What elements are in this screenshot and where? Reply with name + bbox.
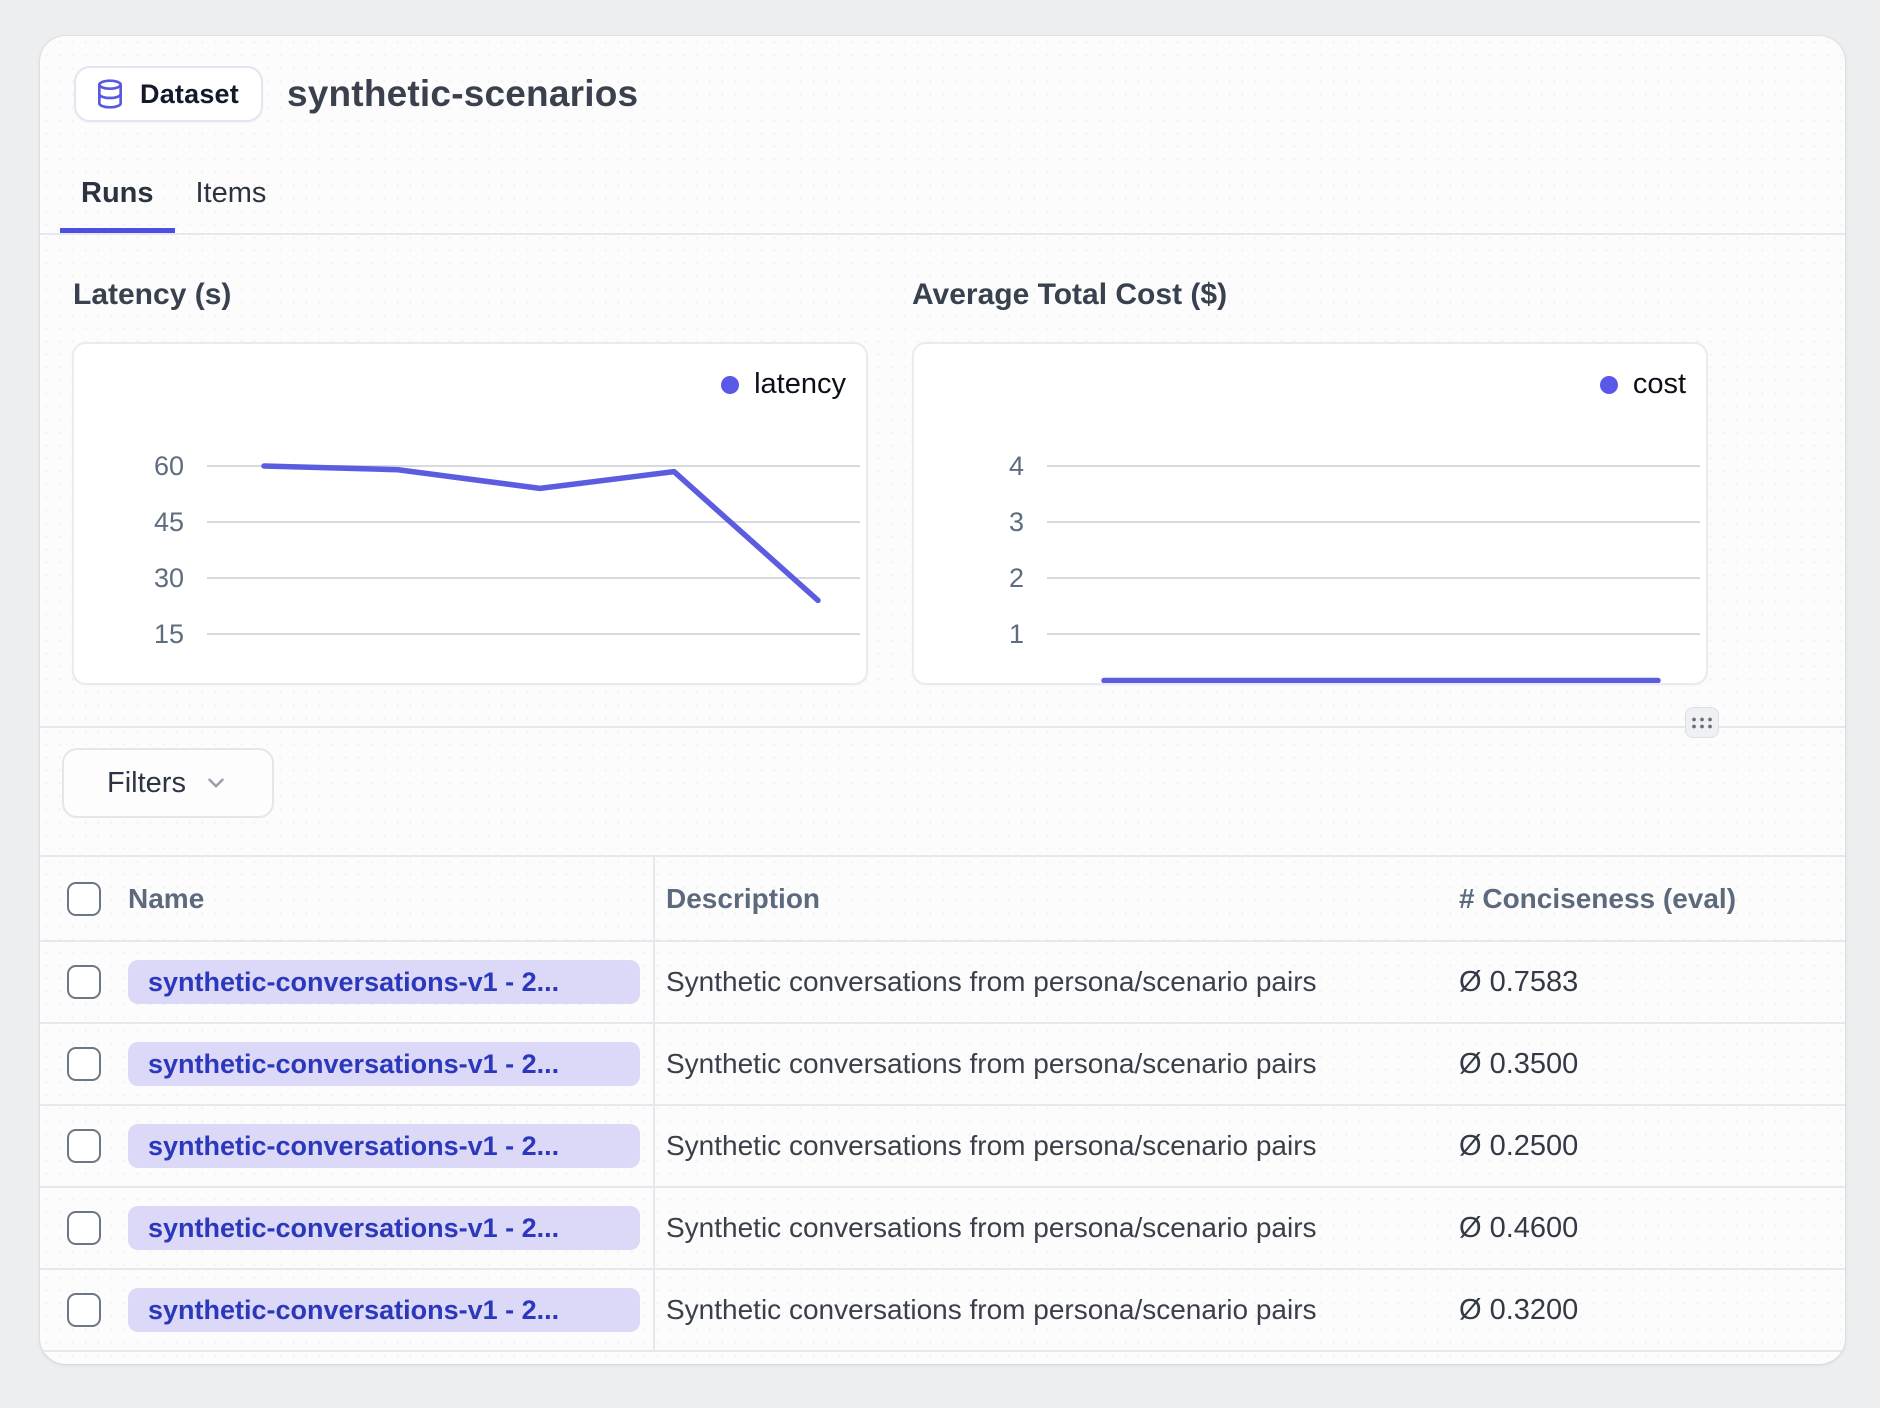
latency-chart-panel: 60 45 30 15 latency bbox=[72, 342, 868, 685]
svg-text:30: 30 bbox=[154, 563, 184, 593]
conciseness-value: Ø 0.2500 bbox=[1459, 1130, 1578, 1163]
dataset-badge: Dataset bbox=[74, 66, 263, 122]
cost-legend: cost bbox=[1600, 368, 1686, 401]
run-description: Synthetic conversations from persona/sce… bbox=[666, 1212, 1317, 1244]
svg-text:3: 3 bbox=[1009, 507, 1024, 537]
latency-chart-title: Latency (s) bbox=[73, 278, 231, 312]
column-header-description[interactable]: Description bbox=[666, 883, 820, 915]
svg-text:15: 15 bbox=[154, 619, 184, 649]
panel-resize-handle[interactable] bbox=[1685, 707, 1719, 738]
run-name-badge[interactable]: synthetic-conversations-v1 - 2... bbox=[128, 1042, 640, 1086]
run-name-badge[interactable]: synthetic-conversations-v1 - 2... bbox=[128, 960, 640, 1004]
dataset-card: Dataset synthetic-scenarios Runs Items L… bbox=[40, 36, 1845, 1364]
row-checkbox[interactable] bbox=[67, 965, 101, 999]
database-icon bbox=[94, 78, 126, 110]
table-header-row: Name Description # Conciseness (eval) bbox=[40, 855, 1845, 942]
filters-button-label: Filters bbox=[107, 767, 186, 800]
cost-legend-label: cost bbox=[1633, 368, 1686, 401]
run-description: Synthetic conversations from persona/sce… bbox=[666, 1294, 1317, 1326]
cost-chart-panel: 4 3 2 1 cost bbox=[912, 342, 1708, 685]
row-checkbox[interactable] bbox=[67, 1293, 101, 1327]
filters-button[interactable]: Filters bbox=[62, 748, 274, 818]
run-description: Synthetic conversations from persona/sce… bbox=[666, 966, 1317, 998]
svg-text:2: 2 bbox=[1009, 563, 1024, 593]
table-row[interactable]: synthetic-conversations-v1 - 2... Synthet… bbox=[40, 1024, 1845, 1106]
run-description: Synthetic conversations from persona/sce… bbox=[666, 1130, 1317, 1162]
column-header-conciseness[interactable]: # Conciseness (eval) bbox=[1459, 883, 1736, 915]
latency-legend-label: latency bbox=[754, 368, 846, 401]
conciseness-value: Ø 0.7583 bbox=[1459, 966, 1578, 999]
svg-text:60: 60 bbox=[154, 451, 184, 481]
dataset-badge-label: Dataset bbox=[140, 79, 239, 110]
row-checkbox[interactable] bbox=[67, 1047, 101, 1081]
run-name-badge[interactable]: synthetic-conversations-v1 - 2... bbox=[128, 1288, 640, 1332]
tab-runs[interactable]: Runs bbox=[60, 176, 175, 235]
page-title: synthetic-scenarios bbox=[287, 73, 638, 115]
run-name-badge[interactable]: synthetic-conversations-v1 - 2... bbox=[128, 1206, 640, 1250]
run-description: Synthetic conversations from persona/sce… bbox=[666, 1048, 1317, 1080]
svg-text:1: 1 bbox=[1009, 619, 1024, 649]
cost-line-chart: 4 3 2 1 bbox=[914, 344, 1704, 683]
run-name-badge[interactable]: synthetic-conversations-v1 - 2... bbox=[128, 1124, 640, 1168]
latency-legend-dot-icon bbox=[721, 376, 739, 394]
runs-table-body: synthetic-conversations-v1 - 2... Synthet… bbox=[40, 942, 1845, 1352]
column-header-name[interactable]: Name bbox=[128, 883, 204, 915]
latency-legend: latency bbox=[721, 368, 846, 401]
dots-grid-icon bbox=[1691, 716, 1713, 730]
cost-chart-title: Average Total Cost ($) bbox=[912, 278, 1227, 312]
conciseness-value: Ø 0.4600 bbox=[1459, 1212, 1578, 1245]
tab-bar: Runs Items bbox=[60, 176, 287, 235]
table-row[interactable]: synthetic-conversations-v1 - 2... Synthet… bbox=[40, 1270, 1845, 1352]
tabs-divider bbox=[40, 233, 1845, 235]
select-all-checkbox[interactable] bbox=[67, 882, 101, 916]
runs-table: Name Description # Conciseness (eval) sy… bbox=[40, 855, 1845, 1352]
row-checkbox[interactable] bbox=[67, 1129, 101, 1163]
table-row[interactable]: synthetic-conversations-v1 - 2... Synthet… bbox=[40, 1106, 1845, 1188]
tab-items[interactable]: Items bbox=[175, 176, 288, 235]
row-checkbox[interactable] bbox=[67, 1211, 101, 1245]
charts-divider bbox=[40, 726, 1845, 728]
conciseness-value: Ø 0.3500 bbox=[1459, 1048, 1578, 1081]
chevron-down-icon bbox=[203, 770, 229, 796]
table-row[interactable]: synthetic-conversations-v1 - 2... Synthet… bbox=[40, 942, 1845, 1024]
table-row[interactable]: synthetic-conversations-v1 - 2... Synthet… bbox=[40, 1188, 1845, 1270]
conciseness-value: Ø 0.3200 bbox=[1459, 1294, 1578, 1327]
cost-legend-dot-icon bbox=[1600, 376, 1618, 394]
svg-text:4: 4 bbox=[1009, 451, 1024, 481]
page-header: Dataset synthetic-scenarios bbox=[74, 66, 638, 122]
svg-text:45: 45 bbox=[154, 507, 184, 537]
